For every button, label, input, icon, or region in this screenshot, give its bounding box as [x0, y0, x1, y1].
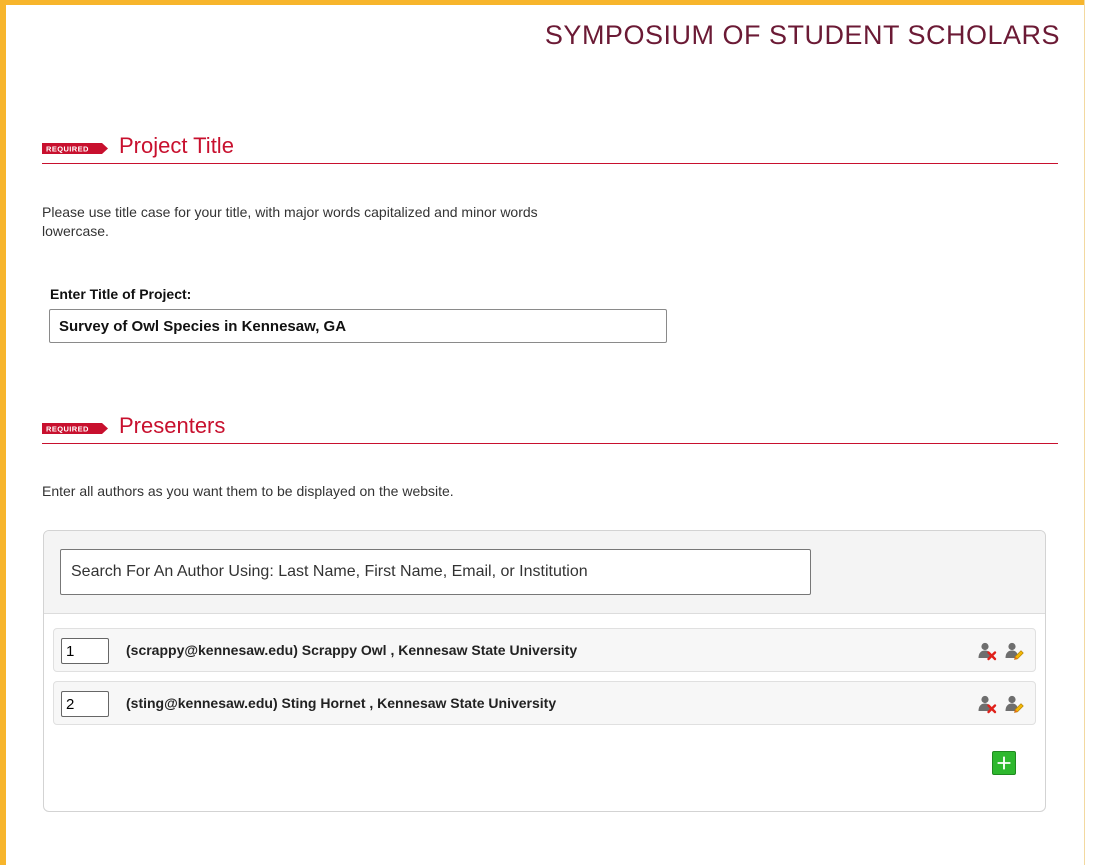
author-row: (scrappy@kennesaw.edu) Scrappy Owl , Ken… [53, 628, 1036, 672]
project-title-input[interactable] [49, 309, 667, 343]
edit-author-icon[interactable] [1004, 694, 1024, 714]
required-badge-label: REQUIRED [46, 425, 89, 434]
required-badge-icon: REQUIRED [42, 143, 108, 154]
author-search-area [44, 531, 1045, 614]
project-title-label: Enter Title of Project: [50, 286, 192, 302]
author-order-input[interactable] [61, 638, 109, 664]
frame-top-border [0, 0, 1084, 5]
frame-right-border [1084, 0, 1085, 865]
frame-left-border [0, 0, 6, 865]
authors-panel: (scrappy@kennesaw.edu) Scrappy Owl , Ken… [43, 530, 1046, 812]
author-search-input[interactable] [60, 549, 811, 595]
required-badge-icon: REQUIRED [42, 423, 108, 434]
add-author-icon [997, 756, 1011, 770]
edit-author-icon[interactable] [1004, 641, 1024, 661]
add-author-button[interactable] [992, 751, 1016, 775]
project-title-help-line-2: lowercase. [42, 223, 109, 239]
project-title-section-header: REQUIRED Project Title [42, 133, 1058, 164]
author-details: (sting@kennesaw.edu) Sting Hornet , Kenn… [126, 695, 557, 711]
author-details: (scrappy@kennesaw.edu) Scrappy Owl , Ken… [126, 642, 578, 658]
site-title: SYMPOSIUM OF STUDENT SCHOLARS [544, 20, 1060, 50]
remove-author-icon[interactable] [977, 694, 997, 714]
presenters-section-header: REQUIRED Presenters [42, 413, 1058, 444]
remove-author-icon[interactable] [977, 641, 997, 661]
presenters-help-text: Enter all authors as you want them to be… [42, 483, 454, 499]
section-heading-presenters: Presenters [119, 413, 226, 438]
project-title-help-line-1: Please use title case for your title, wi… [42, 204, 538, 220]
author-row: (sting@kennesaw.edu) Sting Hornet , Kenn… [53, 681, 1036, 725]
author-order-input[interactable] [61, 691, 109, 717]
required-badge-label: REQUIRED [46, 145, 89, 154]
section-heading-project-title: Project Title [119, 133, 234, 158]
